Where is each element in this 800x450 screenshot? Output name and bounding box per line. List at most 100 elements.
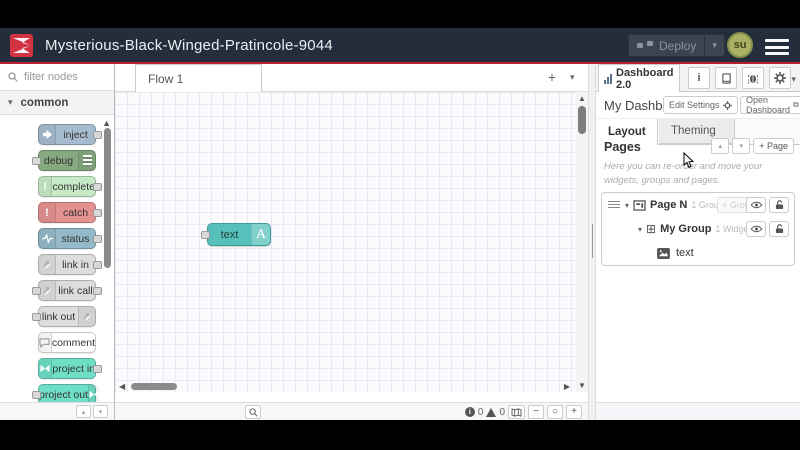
- palette-node-inject[interactable]: inject: [38, 124, 102, 145]
- dashboard-tab-label: Dashboard 2.0: [616, 66, 674, 91]
- user-avatar[interactable]: su: [727, 32, 753, 58]
- output-port[interactable]: [93, 261, 102, 269]
- flow-canvas-grid[interactable]: text A: [115, 92, 576, 392]
- palette-scroll-up-icon[interactable]: ▲: [102, 118, 111, 128]
- palette-node-project-out[interactable]: project out: [32, 384, 100, 402]
- scroll-down-icon[interactable]: ▼: [578, 381, 586, 390]
- drag-handle-icon[interactable]: [608, 201, 620, 209]
- tab-info[interactable]: i: [688, 67, 710, 89]
- edit-settings-button[interactable]: Edit Settings: [663, 96, 738, 114]
- output-port[interactable]: [93, 365, 102, 373]
- canvas-vertical-scrollbar[interactable]: ▲ ▼: [576, 92, 588, 392]
- letterbox-bottom: [0, 420, 800, 450]
- page-icon: [633, 199, 646, 211]
- move-page-down-button[interactable]: ▾: [732, 138, 751, 154]
- tab-debug[interactable]: [742, 67, 764, 89]
- page-name: Page N: [650, 199, 688, 211]
- deploy-button[interactable]: Deploy ▾: [628, 34, 725, 57]
- workspace: filter nodes ▾ common inject debug ! com…: [0, 64, 800, 420]
- deploy-options-caret-icon[interactable]: ▾: [705, 40, 724, 51]
- layout-tree: ▾ Page N 1 Groups + Group ▾ ⊞ My Group 1…: [601, 192, 795, 266]
- input-port[interactable]: [32, 313, 41, 321]
- canvas-node-text[interactable]: text A: [201, 223, 271, 246]
- scroll-right-icon[interactable]: ▶: [564, 382, 570, 391]
- palette-node-link-out[interactable]: link out: [32, 306, 96, 327]
- output-port[interactable]: [93, 131, 102, 139]
- palette-node-debug[interactable]: debug: [32, 150, 96, 171]
- node-red-logo-icon[interactable]: [10, 33, 33, 57]
- toggle-visibility-button[interactable]: [746, 221, 766, 237]
- toggle-visibility-button[interactable]: [746, 197, 766, 213]
- sidebar-tab-bar: Dashboard 2.0 i ▾: [596, 64, 800, 92]
- search-flows-button[interactable]: [245, 405, 261, 419]
- sidebar-options-caret-icon[interactable]: ▾: [791, 74, 796, 85]
- lock-button[interactable]: [769, 221, 789, 237]
- palette-node-status[interactable]: status: [38, 228, 102, 249]
- palette-node-project-in[interactable]: project in: [38, 358, 102, 379]
- palette-scrollbar-thumb[interactable]: [104, 128, 111, 268]
- project-icon: [88, 385, 100, 402]
- text-widget-icon: A: [251, 224, 270, 245]
- canvas-horizontal-scrollbar[interactable]: ◀ ▶: [115, 382, 576, 392]
- warning-icon[interactable]: [486, 407, 497, 417]
- right-sidebar: Dashboard 2.0 i ▾ My Dashboard Edit Sett…: [596, 64, 800, 420]
- input-port[interactable]: [32, 287, 41, 295]
- lock-button[interactable]: [769, 197, 789, 213]
- navigator-button[interactable]: [508, 405, 525, 419]
- link-icon: [39, 281, 56, 300]
- pulse-icon: [39, 229, 56, 248]
- collapse-all-button[interactable]: ▴: [76, 405, 91, 418]
- input-port[interactable]: [32, 391, 41, 399]
- chevron-down-icon[interactable]: ▾: [638, 225, 642, 234]
- header-bar: Mysterious-Black-Winged-Pratincole-9044 …: [0, 28, 800, 62]
- tree-row-page[interactable]: ▾ Page N 1 Groups + Group: [602, 193, 794, 217]
- input-port[interactable]: [201, 231, 210, 239]
- sidebar-footer: [596, 402, 800, 420]
- vertical-scrollbar-thumb[interactable]: [578, 106, 586, 134]
- horizontal-scrollbar-thumb[interactable]: [131, 383, 177, 390]
- zoom-out-button[interactable]: −: [528, 405, 544, 419]
- palette-node-comment[interactable]: comment: [38, 332, 96, 353]
- eye-icon: [750, 201, 762, 209]
- error-count-icon[interactable]: i: [464, 407, 475, 417]
- main-menu-icon[interactable]: [765, 39, 789, 55]
- sidebar-splitter[interactable]: [588, 64, 596, 420]
- output-port[interactable]: [93, 209, 102, 217]
- output-port[interactable]: [93, 235, 102, 243]
- node-label: catch: [62, 206, 89, 219]
- scroll-left-icon[interactable]: ◀: [119, 382, 125, 391]
- link-icon: [78, 307, 95, 326]
- tree-row-widget[interactable]: text: [602, 241, 794, 265]
- node-label: link out: [41, 310, 76, 323]
- zoom-reset-button[interactable]: ○: [547, 405, 563, 419]
- flow-tab-flow1[interactable]: Flow 1: [135, 64, 262, 92]
- palette-node-link-in[interactable]: link in: [38, 254, 102, 275]
- expand-all-button[interactable]: ▾: [93, 405, 108, 418]
- input-port[interactable]: [32, 157, 41, 165]
- add-page-button[interactable]: + Page: [753, 138, 794, 154]
- palette-node-link-call[interactable]: link call: [32, 280, 102, 301]
- output-port[interactable]: [93, 183, 102, 191]
- palette-footer: ▴ ▾: [0, 402, 114, 420]
- palette-search[interactable]: filter nodes: [0, 64, 114, 91]
- palette-node-catch[interactable]: ! catch: [38, 202, 102, 223]
- tab-help[interactable]: [715, 67, 737, 89]
- palette-category-common[interactable]: ▾ common: [0, 91, 114, 115]
- add-flow-button[interactable]: +: [543, 69, 561, 87]
- tab-dashboard-2[interactable]: Dashboard 2.0: [598, 64, 680, 92]
- open-dashboard-button[interactable]: Open Dashboard ⧉: [740, 95, 800, 115]
- output-port[interactable]: [93, 287, 102, 295]
- chevron-down-icon[interactable]: ▾: [625, 201, 629, 210]
- zoom-in-button[interactable]: +: [566, 405, 582, 419]
- palette-node-complete[interactable]: ! complete: [38, 176, 102, 197]
- project-icon: [39, 359, 53, 378]
- canvas-footer: i 0 0 − ○ +: [115, 402, 588, 420]
- tree-row-group[interactable]: ▾ ⊞ My Group 1 Widgets: [602, 217, 794, 241]
- tab-config-nodes[interactable]: [769, 67, 791, 89]
- scroll-up-icon[interactable]: ▲: [578, 94, 586, 103]
- search-icon: [8, 72, 18, 82]
- move-page-up-button[interactable]: ▴: [711, 138, 730, 154]
- warning-count: 0: [499, 406, 505, 418]
- flow-list-caret-icon[interactable]: ▾: [570, 72, 575, 83]
- mouse-cursor: [683, 152, 695, 169]
